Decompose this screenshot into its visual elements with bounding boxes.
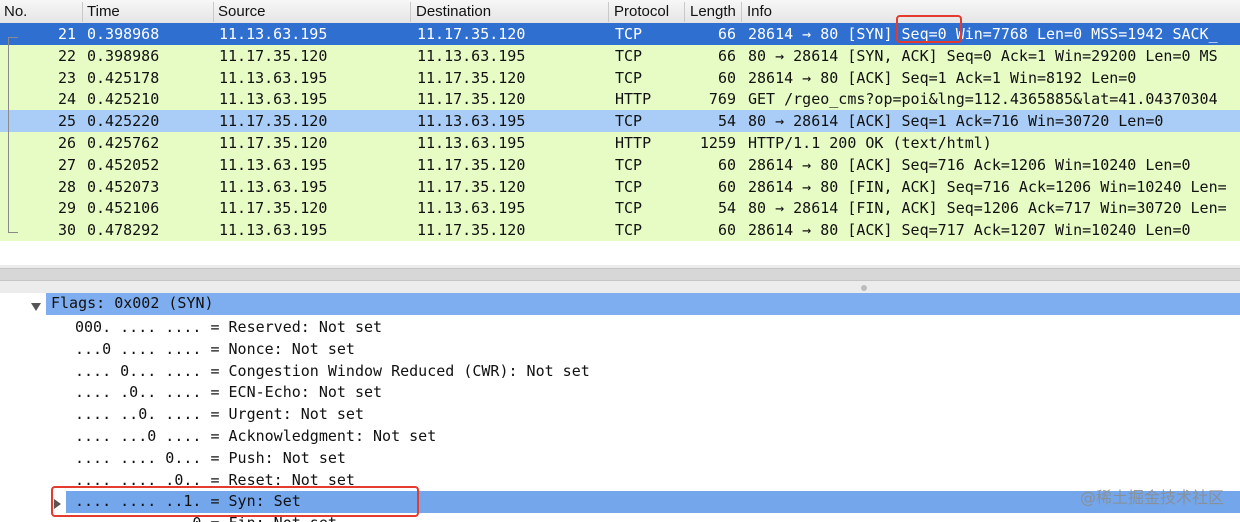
packet-info: 28614 → 80 [FIN, ACK] Seq=716 Ack=1206 W… — [748, 177, 1227, 196]
seq-annotation-box — [896, 15, 962, 43]
packet-details-pane[interactable]: Flags: 0x002 (SYN) 000. .... .... = Rese… — [0, 293, 1240, 522]
packet-length: 54 — [717, 199, 736, 218]
packet-row[interactable]: 23 0.425178 11.13.63.195 11.17.35.120 TC… — [0, 66, 1240, 89]
flag-line[interactable]: .... .0.. .... = ECN-Echo: Not set — [75, 382, 382, 404]
packet-info: GET /rgeo_cms?op=poi&lng=112.4365885&lat… — [748, 90, 1218, 109]
flags-header[interactable]: Flags: 0x002 (SYN) — [46, 293, 1240, 315]
packet-info: 28614 → 80 [ACK] Seq=717 Ack=1207 Win=10… — [748, 221, 1191, 240]
col-time[interactable]: Time — [87, 3, 120, 20]
col-source[interactable]: Source — [218, 3, 266, 20]
packet-info: HTTP/1.1 200 OK (text/html) — [748, 134, 992, 152]
watermark: @稀土掘金技术社区 — [1079, 488, 1224, 507]
packet-info: 28614 → 80 [ACK] Seq=716 Ack=1206 Win=10… — [748, 155, 1191, 174]
flag-line[interactable]: ...0 .... .... = Nonce: Not set — [75, 339, 355, 361]
col-separator[interactable] — [410, 2, 411, 22]
packet-length: 769 — [708, 90, 736, 109]
flag-line[interactable]: .... .... 0... = Push: Not set — [75, 448, 346, 470]
packet-row[interactable]: 28 0.452073 11.13.63.195 11.17.35.120 TC… — [0, 175, 1240, 198]
packet-row[interactable]: 24 0.425210 11.13.63.195 11.17.35.120 HT… — [0, 88, 1240, 111]
packet-info: 80 → 28614 [FIN, ACK] Seq=1206 Ack=717 W… — [748, 199, 1227, 218]
col-separator[interactable] — [608, 2, 609, 22]
packet-info: 80 → 28614 [SYN, ACK] Seq=0 Ack=1 Win=29… — [748, 46, 1218, 65]
packet-length: 1259 — [699, 134, 736, 152]
syn-annotation-box — [51, 486, 419, 517]
packet-length: 66 — [717, 25, 736, 43]
packet-row[interactable]: 27 0.452052 11.13.63.195 11.17.35.120 TC… — [0, 153, 1240, 176]
expand-down-icon[interactable] — [31, 303, 41, 311]
packet-info: 28614 → 80 [SYN] Seq=0 Win=7768 Len=0 MS… — [748, 25, 1218, 43]
col-protocol[interactable]: Protocol — [614, 3, 669, 20]
packet-info: 80 → 28614 [ACK] Seq=1 Ack=716 Win=30720… — [748, 112, 1164, 131]
horizontal-scrollbar[interactable] — [0, 268, 1240, 281]
col-separator[interactable] — [684, 2, 685, 22]
flag-line[interactable]: .... ...0 .... = Acknowledgment: Not set — [75, 426, 436, 448]
col-separator[interactable] — [741, 2, 742, 22]
packet-length: 60 — [717, 68, 736, 87]
packet-info: 28614 → 80 [ACK] Seq=1 Ack=1 Win=8192 Le… — [748, 68, 1137, 87]
packet-length: 66 — [717, 46, 736, 65]
packet-length: 60 — [717, 177, 736, 196]
column-header: No. Time Source Destination Protocol Len… — [0, 0, 1240, 25]
packet-row[interactable]: 25 0.425220 11.17.35.120 11.13.63.195 TC… — [0, 110, 1240, 132]
conversation-bracket — [8, 37, 18, 233]
packet-length: 60 — [717, 155, 736, 174]
col-length[interactable]: Length — [690, 3, 736, 20]
col-destination[interactable]: Destination — [416, 3, 491, 20]
packet-row[interactable]: 21 0.398968 11.13.63.195 11.17.35.120 TC… — [0, 23, 1240, 45]
packet-row[interactable]: 26 0.425762 11.17.35.120 11.13.63.195 HT… — [0, 132, 1240, 154]
splitter-handle[interactable] — [861, 285, 867, 291]
packet-length: 54 — [717, 112, 736, 131]
packet-row[interactable]: 22 0.398986 11.17.35.120 11.13.63.195 TC… — [0, 44, 1240, 67]
packet-row[interactable]: 30 0.478292 11.13.63.195 11.17.35.120 TC… — [0, 219, 1240, 241]
packet-row[interactable]: 29 0.452106 11.17.35.120 11.13.63.195 TC… — [0, 197, 1240, 220]
col-separator[interactable] — [213, 2, 214, 22]
col-no[interactable]: No. — [4, 3, 27, 20]
flag-line[interactable]: .... ..0. .... = Urgent: Not set — [75, 404, 364, 426]
packet-list[interactable]: No. Time Source Destination Protocol Len… — [0, 0, 1240, 265]
col-separator[interactable] — [82, 2, 83, 22]
flag-line[interactable]: 000. .... .... = Reserved: Not set — [75, 317, 382, 339]
flag-line[interactable]: .... 0... .... = Congestion Window Reduc… — [75, 361, 590, 383]
packet-length: 60 — [717, 221, 736, 240]
col-info[interactable]: Info — [747, 3, 772, 20]
